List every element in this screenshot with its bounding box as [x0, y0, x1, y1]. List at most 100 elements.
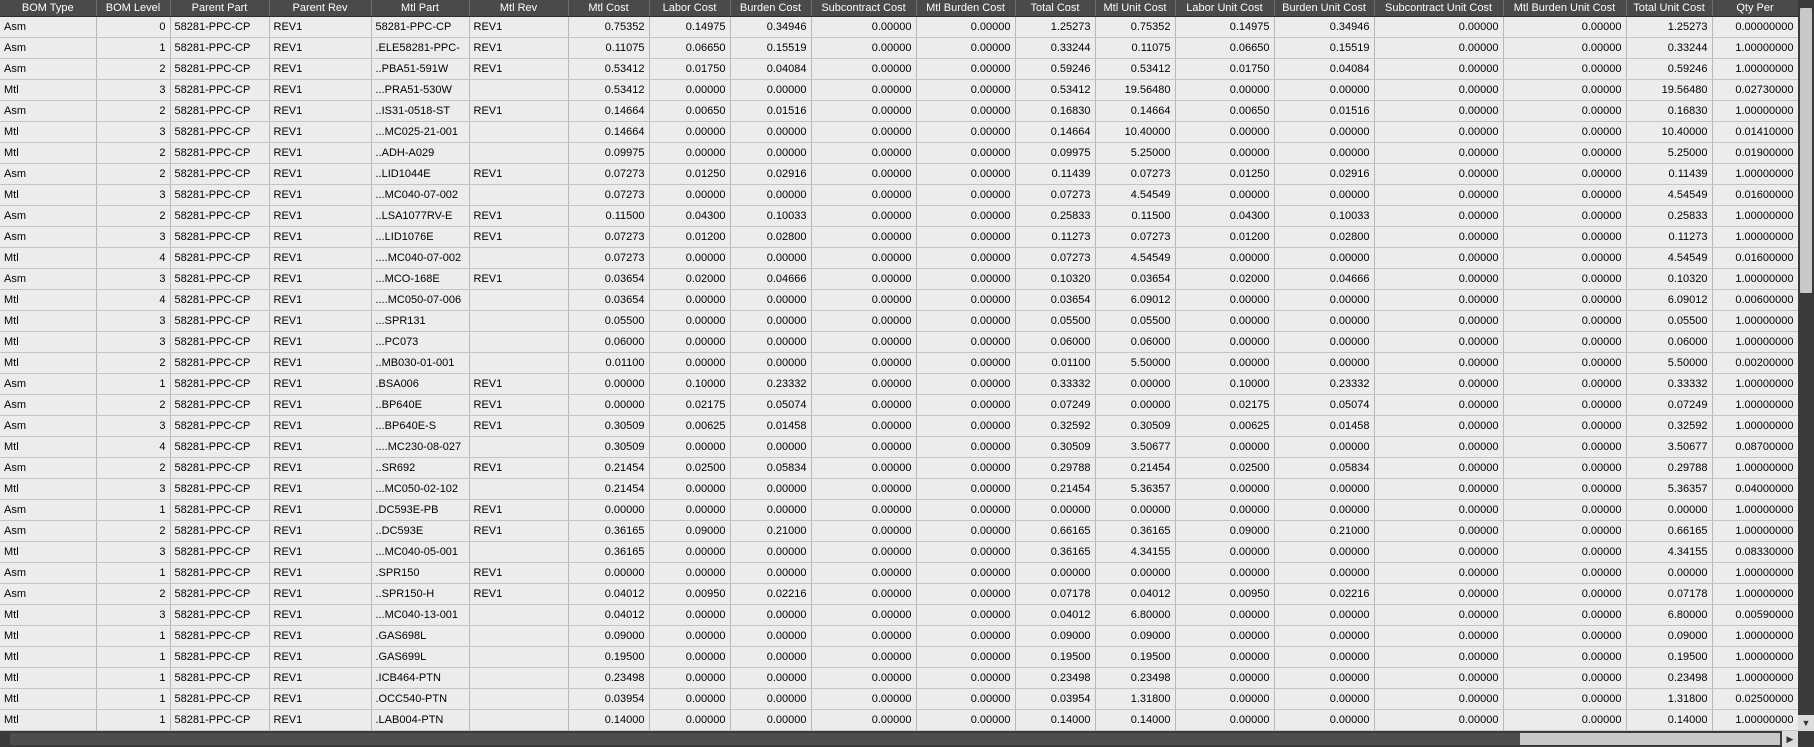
cell-mtl-rev[interactable]: REV1: [469, 457, 569, 479]
cell-mtl-unit-cost[interactable]: 0.21454: [1095, 457, 1176, 479]
cell-bom-type[interactable]: Mtl: [0, 646, 97, 668]
cell-mtl-part[interactable]: .DC593E-PB: [371, 499, 470, 521]
cell-subcontract-cost[interactable]: 0.00000: [811, 562, 917, 584]
cell-burden-unit-cost[interactable]: 0.10033: [1274, 205, 1375, 227]
cell-labor-unit-cost[interactable]: 0.01200: [1175, 226, 1275, 248]
cell-mtl-cost[interactable]: 0.14000: [568, 709, 650, 731]
table-row[interactable]: Mtl 4 58281-PPC-CP REV1 ....MC230-08-027 0.30…: [0, 436, 1798, 458]
cell-bom-level[interactable]: 4: [96, 289, 171, 311]
cell-subcontract-cost[interactable]: 0.00000: [811, 268, 917, 290]
cell-subcontract-cost[interactable]: 0.00000: [811, 415, 917, 437]
cell-total-unit-cost[interactable]: 0.33332: [1626, 373, 1713, 395]
cell-mtl-burden-unit-cost[interactable]: 0.00000: [1503, 646, 1627, 668]
cell-total-unit-cost[interactable]: 0.06000: [1626, 331, 1713, 353]
cell-bom-type[interactable]: Asm: [0, 457, 97, 479]
cell-bom-level[interactable]: 3: [96, 184, 171, 206]
cell-labor-unit-cost[interactable]: 0.00000: [1175, 310, 1275, 332]
cell-total-cost[interactable]: 0.11273: [1015, 226, 1096, 248]
cell-burden-cost[interactable]: 0.00000: [730, 436, 812, 458]
cell-total-cost[interactable]: 0.59246: [1015, 58, 1096, 80]
cell-parent-rev[interactable]: REV1: [269, 646, 372, 668]
cell-mtl-burden-unit-cost[interactable]: 0.00000: [1503, 352, 1627, 374]
cell-parent-part[interactable]: 58281-PPC-CP: [170, 394, 270, 416]
cell-bom-type[interactable]: Mtl: [0, 625, 97, 647]
cell-bom-type[interactable]: Asm: [0, 373, 97, 395]
cell-labor-cost[interactable]: 0.00000: [649, 310, 731, 332]
cell-mtl-unit-cost[interactable]: 4.54549: [1095, 184, 1176, 206]
cell-bom-level[interactable]: 3: [96, 268, 171, 290]
cell-parent-rev[interactable]: REV1: [269, 499, 372, 521]
cell-total-unit-cost[interactable]: 0.10320: [1626, 268, 1713, 290]
cell-labor-unit-cost[interactable]: 0.00000: [1175, 646, 1275, 668]
cell-bom-type[interactable]: Mtl: [0, 709, 97, 731]
cell-total-cost[interactable]: 0.25833: [1015, 205, 1096, 227]
cell-mtl-unit-cost[interactable]: 0.09000: [1095, 625, 1176, 647]
cell-mtl-burden-cost[interactable]: 0.00000: [916, 394, 1016, 416]
scroll-right-icon[interactable]: ▶: [1782, 731, 1798, 747]
cell-mtl-part[interactable]: ...BP640E-S: [371, 415, 470, 437]
cell-labor-unit-cost[interactable]: 0.00000: [1175, 331, 1275, 353]
cell-total-unit-cost[interactable]: 0.29788: [1626, 457, 1713, 479]
cell-mtl-cost[interactable]: 0.05500: [568, 310, 650, 332]
cell-subcontract-unit-cost[interactable]: 0.00000: [1374, 289, 1504, 311]
cell-burden-cost[interactable]: 0.04084: [730, 58, 812, 80]
horizontal-scrollbar[interactable]: ▶: [0, 731, 1814, 747]
cell-subcontract-unit-cost[interactable]: 0.00000: [1374, 646, 1504, 668]
cell-mtl-unit-cost[interactable]: 3.50677: [1095, 436, 1176, 458]
cell-mtl-part[interactable]: .SPR150: [371, 562, 470, 584]
cell-labor-unit-cost[interactable]: 0.00000: [1175, 142, 1275, 164]
cell-mtl-part[interactable]: ..BP640E: [371, 394, 470, 416]
cell-total-cost[interactable]: 0.19500: [1015, 646, 1096, 668]
table-row[interactable]: Mtl 3 58281-PPC-CP REV1 ...PRA51-530W 0.53412…: [0, 79, 1798, 101]
cell-subcontract-cost[interactable]: 0.00000: [811, 667, 917, 689]
cell-mtl-cost[interactable]: 0.07273: [568, 163, 650, 185]
cell-mtl-rev[interactable]: REV1: [469, 100, 569, 122]
cell-labor-cost[interactable]: 0.10000: [649, 373, 731, 395]
cell-mtl-burden-unit-cost[interactable]: 0.00000: [1503, 100, 1627, 122]
cell-mtl-unit-cost[interactable]: 0.06000: [1095, 331, 1176, 353]
cell-mtl-cost[interactable]: 0.06000: [568, 331, 650, 353]
cell-mtl-rev[interactable]: REV1: [469, 16, 569, 38]
cell-subcontract-cost[interactable]: 0.00000: [811, 499, 917, 521]
cell-mtl-part[interactable]: ..IS31-0518-ST: [371, 100, 470, 122]
cell-subcontract-cost[interactable]: 0.00000: [811, 457, 917, 479]
cell-mtl-cost[interactable]: 0.03654: [568, 289, 650, 311]
cell-mtl-unit-cost[interactable]: 0.05500: [1095, 310, 1176, 332]
table-row[interactable]: Mtl 3 58281-PPC-CP REV1 ...MC025-21-001 0.146…: [0, 121, 1798, 143]
cell-total-cost[interactable]: 0.33244: [1015, 37, 1096, 59]
cell-burden-unit-cost[interactable]: 0.02800: [1274, 226, 1375, 248]
column-header-subcontract-unit-cost[interactable]: Subcontract Unit Cost: [1374, 0, 1504, 17]
cell-total-unit-cost[interactable]: 0.19500: [1626, 646, 1713, 668]
cell-mtl-rev[interactable]: REV1: [469, 163, 569, 185]
cell-labor-cost[interactable]: 0.00000: [649, 667, 731, 689]
cell-burden-unit-cost[interactable]: 0.00000: [1274, 625, 1375, 647]
cell-mtl-burden-cost[interactable]: 0.00000: [916, 16, 1016, 38]
cell-qty-per[interactable]: 1.00000000: [1712, 667, 1798, 689]
cell-mtl-burden-unit-cost[interactable]: 0.00000: [1503, 121, 1627, 143]
cell-qty-per[interactable]: 1.00000000: [1712, 646, 1798, 668]
cell-subcontract-unit-cost[interactable]: 0.00000: [1374, 667, 1504, 689]
cell-bom-level[interactable]: 1: [96, 37, 171, 59]
cell-qty-per[interactable]: 0.02730000: [1712, 79, 1798, 101]
cell-mtl-part[interactable]: ..DC593E: [371, 520, 470, 542]
cell-mtl-cost[interactable]: 0.36165: [568, 520, 650, 542]
cell-subcontract-unit-cost[interactable]: 0.00000: [1374, 604, 1504, 626]
cell-parent-rev[interactable]: REV1: [269, 184, 372, 206]
cell-mtl-burden-unit-cost[interactable]: 0.00000: [1503, 79, 1627, 101]
cell-mtl-burden-cost[interactable]: 0.00000: [916, 583, 1016, 605]
cell-burden-unit-cost[interactable]: 0.15519: [1274, 37, 1375, 59]
cell-parent-part[interactable]: 58281-PPC-CP: [170, 541, 270, 563]
cell-total-unit-cost[interactable]: 1.31800: [1626, 688, 1713, 710]
cell-subcontract-cost[interactable]: 0.00000: [811, 163, 917, 185]
cell-mtl-rev[interactable]: REV1: [469, 37, 569, 59]
cell-mtl-cost[interactable]: 0.04012: [568, 604, 650, 626]
cell-mtl-burden-cost[interactable]: 0.00000: [916, 100, 1016, 122]
cell-qty-per[interactable]: 0.01600000: [1712, 184, 1798, 206]
cell-mtl-cost[interactable]: 0.00000: [568, 394, 650, 416]
cell-labor-cost[interactable]: 0.00000: [649, 352, 731, 374]
table-row[interactable]: Asm 2 58281-PPC-CP REV1 ..DC593E REV1 0.36165 0…: [0, 520, 1798, 542]
cell-bom-level[interactable]: 3: [96, 331, 171, 353]
cell-mtl-burden-cost[interactable]: 0.00000: [916, 646, 1016, 668]
cell-mtl-burden-cost[interactable]: 0.00000: [916, 226, 1016, 248]
cell-bom-level[interactable]: 2: [96, 520, 171, 542]
